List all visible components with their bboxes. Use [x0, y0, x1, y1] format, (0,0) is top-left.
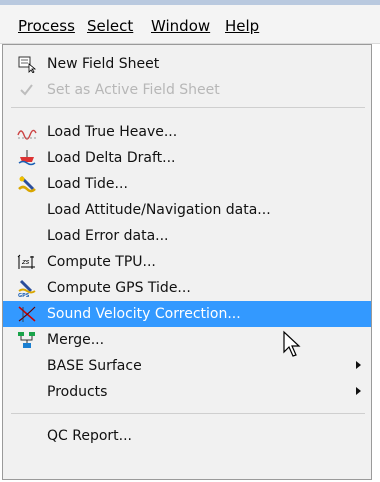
gps-tide-icon: GPS [17, 279, 37, 299]
menu-item-label: Compute TPU... [47, 254, 156, 270]
menu-item-label: QC Report... [47, 428, 133, 444]
svg-text:GPS: GPS [18, 293, 30, 297]
menu-item-load-tide[interactable]: Load Tide... [3, 171, 371, 197]
sound-velocity-icon [17, 305, 37, 323]
menu-item-new-field-sheet[interactable]: New Field Sheet [3, 51, 371, 77]
checkmark-icon [17, 81, 37, 99]
tide-icon [17, 175, 37, 193]
menu-item-compute-tpu[interactable]: zs Compute TPU... [3, 249, 371, 275]
draft-icon [17, 149, 37, 167]
field-sheet-icon [17, 55, 37, 74]
menu-item-load-true-heave[interactable]: Load True Heave... [3, 119, 371, 145]
menu-item-label: BASE Surface [47, 358, 142, 374]
menu-item-label: New Field Sheet [47, 56, 160, 72]
menu-item-label: Products [47, 384, 108, 400]
heave-wave-icon [17, 123, 37, 141]
process-dropdown-menu: New Field Sheet Set as Active Field Shee… [2, 44, 372, 480]
menu-item-base-surface[interactable]: BASE Surface [3, 353, 371, 379]
svg-text:zs: zs [21, 258, 30, 266]
menu-help[interactable]: Help [225, 15, 259, 37]
menu-item-sound-velocity-correction[interactable]: Sound Velocity Correction... [3, 301, 371, 327]
menu-item-label: Load True Heave... [47, 124, 178, 140]
menu-bar: Process Select Window Help [0, 5, 380, 44]
menu-item-set-active-field-sheet[interactable]: Set as Active Field Sheet [3, 77, 371, 103]
menu-item-qc-report[interactable]: QC Report... [3, 423, 371, 449]
menu-window[interactable]: Window [151, 15, 210, 37]
menu-item-label: Merge... [47, 332, 105, 348]
menu-item-label: Load Error data... [47, 228, 169, 244]
menu-separator [11, 107, 365, 108]
menu-item-label: Set as Active Field Sheet [47, 82, 220, 98]
menu-select[interactable]: Select [87, 15, 133, 37]
menu-item-label: Load Attitude/Navigation data... [47, 202, 271, 218]
menu-item-label: Sound Velocity Correction... [47, 306, 241, 322]
menu-item-load-delta-draft[interactable]: Load Delta Draft... [3, 145, 371, 171]
menu-item-load-attitude-navigation[interactable]: Load Attitude/Navigation data... [3, 197, 371, 223]
menu-item-merge[interactable]: Merge... [3, 327, 371, 353]
menu-item-label: Load Delta Draft... [47, 150, 176, 166]
submenu-arrow-icon [356, 387, 361, 395]
menu-item-label: Load Tide... [47, 176, 128, 192]
mouse-pointer-icon [282, 330, 306, 360]
menu-separator [11, 413, 365, 414]
submenu-arrow-icon [356, 361, 361, 369]
merge-icon [17, 331, 37, 349]
menu-item-products[interactable]: Products [3, 379, 371, 405]
menu-item-label: Compute GPS Tide... [47, 280, 191, 296]
menu-item-load-error-data[interactable]: Load Error data... [3, 223, 371, 249]
menu-process[interactable]: Process [18, 15, 75, 37]
tpu-icon: zs [17, 253, 37, 271]
menu-item-compute-gps-tide[interactable]: GPS Compute GPS Tide... [3, 275, 371, 301]
